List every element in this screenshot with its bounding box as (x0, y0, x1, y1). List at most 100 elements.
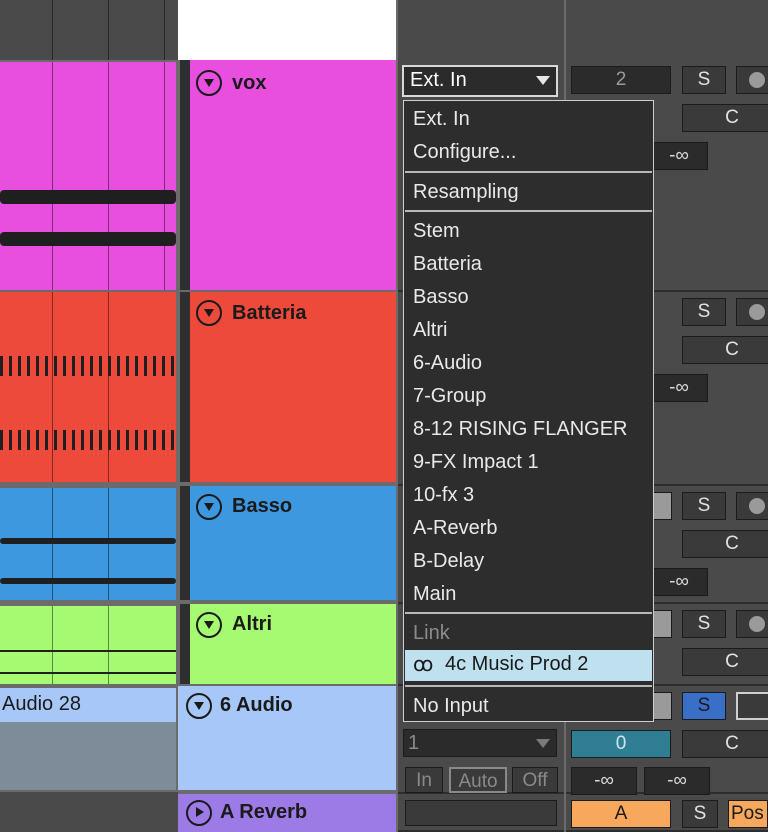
menu-separator (405, 210, 652, 212)
volume-field[interactable]: -∞ (650, 568, 708, 596)
track-header-batteria[interactable]: Batteria (180, 292, 396, 482)
fold-icon[interactable] (186, 693, 212, 719)
record-arm-button[interactable] (736, 610, 768, 638)
waveform (0, 232, 176, 246)
pan-control[interactable]: C (682, 530, 768, 558)
fold-icon[interactable] (196, 612, 222, 638)
pan-control[interactable]: C (682, 730, 768, 758)
expand-icon[interactable] (186, 800, 212, 826)
solo-button[interactable]: S (682, 610, 726, 638)
grid-line (108, 0, 109, 60)
fold-icon[interactable] (196, 494, 222, 520)
fold-icon[interactable] (196, 70, 222, 96)
record-arm-button[interactable] (736, 298, 768, 326)
link-icon: ꝏ (413, 654, 434, 676)
track-header-a-reverb[interactable]: A Reverb (178, 794, 396, 832)
grid-line (108, 292, 109, 482)
menu-item-7-group[interactable]: 7-Group (413, 384, 486, 408)
fold-icon[interactable] (196, 300, 222, 326)
clip-audio-28-body (0, 722, 176, 790)
menu-item-ext-in[interactable]: Ext. In (413, 107, 470, 131)
menu-item-configure[interactable]: Configure... (413, 140, 516, 164)
post-button[interactable]: Pos (728, 800, 768, 828)
solo-button[interactable]: S (682, 800, 718, 828)
track-header-vox[interactable]: vox (180, 60, 396, 290)
menu-item-no-input[interactable]: No Input (413, 694, 489, 718)
input-type-value: Ext. In (410, 69, 467, 91)
volume-field[interactable]: -∞ (650, 142, 708, 170)
record-icon (749, 698, 765, 714)
header-white-area (178, 0, 396, 60)
waveform (0, 650, 176, 652)
volume-field-2[interactable]: -∞ (644, 767, 710, 795)
a-reverb-io-field[interactable] (405, 800, 557, 826)
arrangement-header (0, 0, 178, 60)
pan-control[interactable]: C (682, 648, 768, 676)
track-header-altri[interactable]: Altri (180, 604, 396, 684)
menu-item-9-fx-impact-1[interactable]: 9-FX Impact 1 (413, 450, 539, 474)
chevron-down-icon (536, 739, 550, 748)
menu-item-main[interactable]: Main (413, 582, 456, 606)
waveform (0, 578, 176, 584)
grid-line (108, 62, 109, 290)
menu-item-6-audio[interactable]: 6-Audio (413, 351, 482, 375)
record-icon (749, 72, 765, 88)
track-header-6-audio[interactable]: 6 Audio (178, 686, 396, 790)
record-arm-button[interactable] (736, 492, 768, 520)
menu-item-resampling[interactable]: Resampling (413, 180, 519, 204)
menu-item-batteria[interactable]: Batteria (413, 252, 482, 276)
volume-field[interactable]: -∞ (650, 374, 708, 402)
menu-item-stem[interactable]: Stem (413, 219, 460, 243)
chevron-down-icon (536, 76, 550, 85)
menu-item-b-delay[interactable]: B-Delay (413, 549, 484, 573)
clip-audio-28[interactable]: Audio 28 (0, 688, 176, 722)
mixer-header (566, 0, 768, 60)
record-icon (749, 616, 765, 632)
menu-item-8-12-rising-flanger[interactable]: 8-12 RISING FLANGER (413, 417, 628, 441)
menu-item-10-fx-3[interactable]: 10-fx 3 (413, 483, 474, 507)
menu-item-a-reverb[interactable]: A-Reverb (413, 516, 497, 540)
volume-field[interactable]: -∞ (571, 767, 637, 795)
send-field[interactable]: 0 (571, 730, 671, 758)
track-name: Batteria (232, 302, 307, 324)
input-dropdown-menu: Ext. In Configure... Resampling Stem Bat… (403, 100, 654, 722)
record-icon (749, 304, 765, 320)
record-arm-button[interactable] (736, 692, 768, 720)
monitor-off-button[interactable]: Off (512, 767, 558, 793)
waveform (0, 356, 176, 376)
clip-batteria[interactable] (0, 292, 176, 482)
solo-button[interactable]: S (682, 66, 726, 94)
monitor-auto-button[interactable]: Auto (449, 767, 507, 793)
menu-item-altri[interactable]: Altri (413, 318, 447, 342)
grid-line (52, 62, 53, 290)
input-channel-select[interactable]: 1 (403, 729, 557, 757)
clip-basso[interactable] (0, 488, 176, 600)
menu-item-link-highlighted[interactable]: ꝏ 4c Music Prod 2 (405, 650, 652, 681)
track-name: A Reverb (220, 801, 308, 823)
menu-separator (405, 685, 652, 687)
track-number-field[interactable]: 2 (571, 66, 671, 94)
track-header-basso[interactable]: Basso (180, 486, 396, 600)
solo-button-active[interactable]: S (682, 692, 726, 720)
arrangement-bottom (0, 792, 178, 832)
clip-title: Audio 28 (2, 693, 81, 715)
waveform (0, 430, 176, 450)
record-arm-button[interactable] (736, 66, 768, 94)
record-icon (749, 498, 765, 514)
io-header (398, 0, 564, 60)
track-name: 6 Audio (220, 694, 293, 716)
grid-line (52, 292, 53, 482)
clip-vox[interactable] (0, 62, 176, 290)
solo-button[interactable]: S (682, 492, 726, 520)
monitor-in-button[interactable]: In (405, 767, 443, 793)
clip-altri[interactable] (0, 606, 176, 684)
solo-button[interactable]: S (682, 298, 726, 326)
menu-item-basso[interactable]: Basso (413, 285, 469, 309)
pan-control[interactable]: C (682, 104, 768, 132)
grid-line (164, 62, 165, 290)
return-a-button[interactable]: A (571, 800, 671, 828)
track-name: Altri (232, 613, 272, 635)
pan-control[interactable]: C (682, 336, 768, 364)
input-type-select[interactable]: Ext. In (402, 65, 558, 97)
menu-separator (405, 171, 652, 173)
